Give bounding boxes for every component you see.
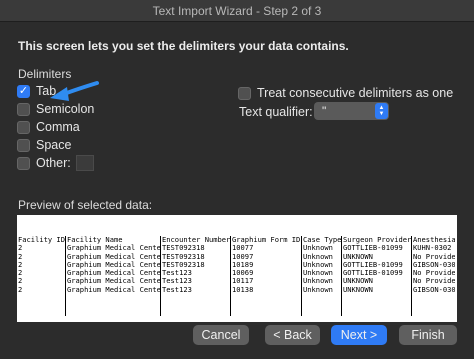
preview-label: Preview of selected data:	[18, 198, 153, 212]
preview-cell: 2	[18, 259, 23, 269]
checkmark-icon: ✓	[18, 84, 29, 97]
other-checkbox[interactable]	[17, 156, 30, 170]
comma-checkbox-label[interactable]: Comma	[36, 120, 80, 134]
comma-checkbox-row[interactable]: Comma	[17, 119, 80, 135]
text-qualifier-select[interactable]: " ▲ ▼	[314, 102, 389, 120]
preview-cell: Graphium Medical Center	[67, 284, 160, 294]
chevron-updown-icon: ▲ ▼	[375, 103, 388, 119]
preview-header-cell: Facility ID	[18, 236, 65, 244]
other-delimiter-input[interactable]	[75, 155, 94, 171]
space-checkbox[interactable]	[17, 138, 30, 152]
semicolon-checkbox-label[interactable]: Semicolon	[36, 102, 94, 116]
consecutive-checkbox-row[interactable]: Treat consecutive delimiters as one	[238, 85, 453, 101]
preview-column: Encounter Number TEST092318 TEST092318 TEST…	[160, 236, 230, 316]
window-title: Text Import Wizard - Step 2 of 3	[152, 3, 322, 18]
preview-cell: 2	[18, 251, 23, 261]
space-checkbox-label[interactable]: Space	[36, 138, 71, 152]
semicolon-checkbox[interactable]	[17, 102, 30, 116]
other-checkbox-label[interactable]: Other:	[36, 156, 71, 170]
instructions-text: This screen lets you set the delimiters …	[18, 39, 349, 53]
cancel-button[interactable]: Cancel	[193, 325, 249, 345]
preview-cell: Test123	[162, 284, 192, 294]
preview-cell: 2	[18, 284, 23, 294]
preview-grid: Facility ID 2 2 2 2 2 2 Facility Name Graphium M…	[17, 236, 455, 316]
wizard-dialog: This screen lets you set the delimiters …	[0, 22, 474, 359]
preview-column: Case Type Unknown Unknown Unknown Unknown Unk…	[301, 236, 341, 316]
consecutive-delimiters-checkbox[interactable]	[238, 86, 251, 100]
back-button[interactable]: < Back	[265, 325, 320, 345]
preview-column: Surgeon Provider GOTTLIEB-01099 UNKNOWN GOT…	[341, 236, 411, 316]
data-preview[interactable]: Facility ID 2 2 2 2 2 2 Facility Name Graphium M…	[17, 215, 457, 322]
preview-cell: Unknown	[303, 284, 333, 294]
preview-cell: UNKNOWN	[343, 284, 373, 294]
preview-column: Facility ID 2 2 2 2 2 2	[17, 236, 65, 316]
next-button[interactable]: Next >	[331, 325, 387, 345]
preview-cell: GIBSON-030	[413, 284, 455, 294]
preview-cell: 2	[18, 243, 23, 253]
preview-column: Facility Name Graphium Medical Center Grap…	[65, 236, 160, 316]
consecutive-delimiters-label[interactable]: Treat consecutive delimiters as one	[257, 86, 453, 100]
other-checkbox-row[interactable]: Other:	[17, 155, 94, 171]
preview-cell: 10138	[232, 284, 254, 294]
arrow-annotation-icon	[50, 81, 99, 101]
text-qualifier-label: Text qualifier:	[239, 105, 313, 119]
preview-column: Anesthesia KUHN-0302 No Provide GIBSON-030 N…	[411, 236, 455, 316]
preview-column: Graphium Form ID 10077 10097 10189 10069 1011…	[230, 236, 301, 316]
preview-cell: 2	[18, 276, 23, 286]
text-qualifier-value: "	[322, 104, 327, 118]
space-checkbox-row[interactable]: Space	[17, 137, 71, 153]
tab-checkbox[interactable]: ✓	[17, 84, 30, 98]
title-bar: Text Import Wizard - Step 2 of 3	[0, 0, 474, 22]
finish-button[interactable]: Finish	[399, 325, 457, 345]
preview-cell: 2	[18, 268, 23, 278]
comma-checkbox[interactable]	[17, 120, 30, 134]
